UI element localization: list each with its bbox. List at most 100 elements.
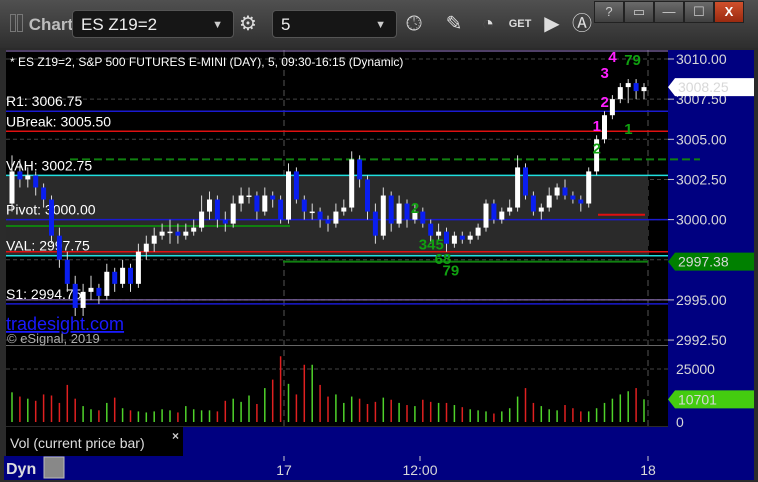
volume-bar [106,402,108,422]
volume-tick-label: 25000 [676,361,715,377]
candle [80,291,86,308]
candle [222,219,228,224]
candle [467,235,473,240]
candle [135,251,141,284]
candle [491,203,497,220]
candle [420,211,426,224]
td-count: 2 [411,200,419,217]
volume-bar [287,383,290,422]
volume-bar [137,411,140,422]
candle [238,195,244,204]
volume-bar [50,395,53,422]
candle [301,199,307,212]
volume-bar [224,400,227,422]
x-tick-label: 18 [640,462,656,478]
candle [230,203,236,224]
volume-bar [90,409,92,422]
close-study-icon[interactable]: × [172,429,179,443]
candle [515,167,521,208]
candle [609,99,615,116]
volume-bar [493,413,495,422]
volume-bar [382,397,385,422]
volume-bar [208,410,211,422]
candle [9,171,15,204]
volume-bar [429,401,432,422]
y-tick-label: 3010.00 [676,51,727,67]
td-count: 1 [624,121,632,138]
candle [33,175,39,188]
candle [64,259,70,284]
candle [357,159,363,180]
volume-bar [303,364,306,422]
volume-bar [556,410,558,422]
td-count: 1 [593,118,601,135]
td-count: 2 [593,140,601,157]
chart-window: Chart ES Z19=2 ▼ ⚙ 5 ▼ 🕓︎ ✎ ◔ GET ▶ Ⓐ ? ▭ … [0,0,758,482]
level-label: UBreak: 3005.50 [6,113,111,129]
copyright: © eSignal, 2019 [7,331,100,346]
candle [483,203,489,228]
volume-bar [177,412,179,422]
volume-bar [564,405,566,422]
volume-bar [256,403,258,422]
volume-bar [532,402,535,422]
volume-bar [540,406,543,422]
td-count: 2 [601,94,609,111]
x-tick-label: 12:00 [402,462,437,478]
volume-bar [635,388,637,422]
volume-bar [240,401,242,422]
value-area [6,175,648,256]
volume-bar [422,399,424,422]
lock-icon[interactable] [43,456,65,479]
volume-bar [414,406,416,422]
y-tick-label: 2992.50 [676,332,727,348]
candle [293,171,299,200]
candle [143,243,149,252]
volume-bar [477,410,479,422]
volume-bar [192,409,195,422]
candle [167,231,173,234]
volume-bar [98,410,100,422]
candle [254,195,260,212]
candle [246,195,252,198]
candle [96,287,102,296]
candle [459,235,465,240]
volume-bar [216,411,219,422]
volume-bar [366,403,369,422]
candle [365,179,370,212]
candle [538,207,544,212]
candle [349,159,355,208]
candle [380,195,386,236]
volume-bar [42,394,45,422]
volume-bar [587,411,590,422]
volume-bar [469,409,471,422]
candle [617,87,623,100]
volume-bar [572,408,574,422]
x-tick-label: 17 [276,462,292,478]
candle [499,211,505,220]
volume-bar [603,402,606,422]
candle [191,227,197,232]
volume-bar [619,394,622,422]
candle [546,195,552,208]
candle [262,195,268,212]
level-label: R1: 3006.75 [6,93,82,109]
volume-bar [169,410,171,422]
volume-bar [248,395,250,422]
volume-bar [82,406,84,422]
volume-bar [524,388,527,422]
price-chart[interactable]: R1: 3006.75UBreak: 3005.50VAH: 3002.75Pi… [0,0,758,482]
level-price-tag: 2997.38 [678,254,729,270]
volume-bar [335,394,337,422]
volume-bar [643,399,645,422]
candle [183,231,189,236]
td-count: 4 [608,49,617,66]
candle [199,211,205,228]
candle [88,287,94,292]
volume-bar [390,399,392,422]
candle [286,171,291,220]
volume-bar [327,396,329,422]
volume-legend-strip [183,427,668,456]
volume-bar [113,397,116,422]
volume-bar [11,392,13,422]
